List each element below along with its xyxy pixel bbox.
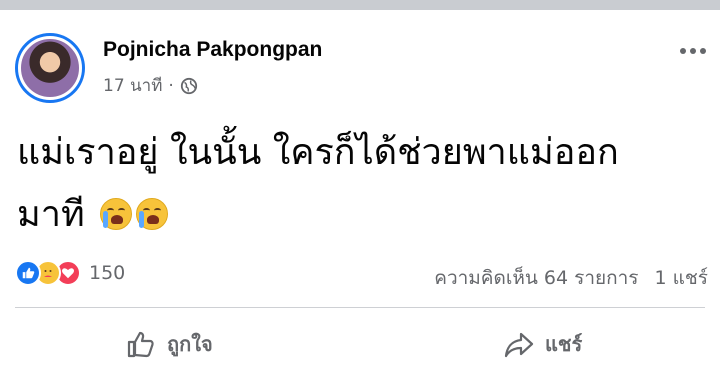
post-card: Pojnicha Pakpongpan 17 นาที · แม่เราอยู่… <box>0 10 720 369</box>
avatar-photo <box>18 36 82 100</box>
crying-face-emoji-icon <box>136 198 169 230</box>
avatar[interactable] <box>15 33 85 103</box>
reactions-summary[interactable]: 150 <box>15 260 125 286</box>
comments-count-link[interactable]: ความคิดเห็น 64 รายการ <box>434 263 638 293</box>
like-label: ถูกใจ <box>167 332 213 356</box>
thumbs-up-icon <box>127 331 154 358</box>
post-stats: ความคิดเห็น 64 รายการ 1 แชร์ <box>434 263 708 293</box>
crying-face-emoji-icon <box>100 198 133 230</box>
globe-icon <box>180 77 197 94</box>
like-button[interactable]: ถูกใจ <box>125 328 213 360</box>
author-name[interactable]: Pojnicha Pakpongpan <box>103 38 322 62</box>
shares-count-link[interactable]: 1 แชร์ <box>655 263 708 293</box>
reaction-count: 150 <box>89 262 126 284</box>
dot-icon <box>700 48 706 54</box>
post-time[interactable]: 17 นาที <box>103 72 162 99</box>
post-text: แม่เราอยู่ ในนั้น ใครก็ได้ช่วยพาแม่ออก ม… <box>17 122 707 246</box>
share-arrow-icon <box>504 332 534 358</box>
more-options-button[interactable] <box>680 48 706 54</box>
divider <box>15 307 705 308</box>
like-reaction-icon <box>15 260 41 286</box>
top-divider-strip <box>0 0 720 10</box>
share-button[interactable]: แชร์ <box>503 328 582 360</box>
post-text-line-1: แม่เราอยู่ ในนั้น ใครก็ได้ช่วยพาแม่ออก <box>17 132 619 173</box>
post-text-line-2: มาที <box>17 184 707 246</box>
dot-icon <box>680 48 686 54</box>
post-text-line-2-words: มาที <box>17 194 85 235</box>
post-meta: 17 นาที · <box>103 72 198 99</box>
dot-icon <box>690 48 696 54</box>
meta-separator: · <box>168 75 174 96</box>
share-label: แชร์ <box>545 332 583 356</box>
